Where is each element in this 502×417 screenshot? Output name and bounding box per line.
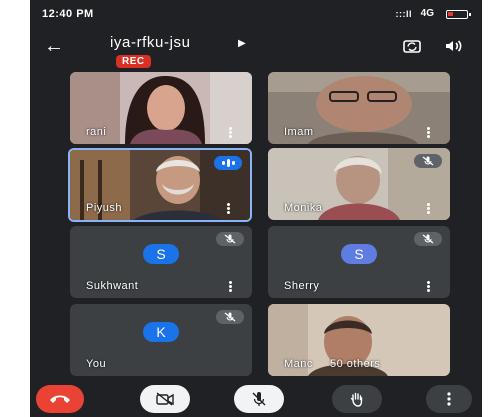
participant-name: Sukhwant	[86, 280, 139, 292]
avatar: S	[143, 244, 179, 264]
avatar: K	[143, 322, 179, 342]
meeting-info-caret-icon[interactable]: ▶	[238, 38, 246, 49]
mic-muted-icon	[216, 310, 244, 324]
participant-name: Piyush	[86, 202, 123, 214]
mic-muted-icon	[414, 154, 442, 168]
speaking-indicator-icon	[214, 156, 242, 170]
participant-tile-sukhwant[interactable]: S Sukhwant	[70, 226, 252, 298]
participant-more-icon[interactable]	[427, 203, 430, 214]
participant-tile-rani[interactable]: rani	[70, 72, 252, 144]
others-count: 50 others	[330, 358, 381, 370]
participant-tile-you[interactable]: K You	[70, 304, 252, 376]
signal-strength: :::ll	[395, 9, 412, 19]
raise-hand-button[interactable]	[332, 385, 382, 413]
status-bar: 12:40 PM :::ll 4G	[30, 0, 482, 28]
participant-name: You	[86, 358, 107, 370]
participant-tile-others[interactable]: Manc 50 others	[268, 304, 450, 376]
speaker-icon[interactable]	[444, 38, 464, 54]
avatar: S	[341, 244, 377, 264]
status-time: 12:40 PM	[42, 8, 94, 20]
participant-name: Imam	[284, 126, 314, 138]
mic-muted-icon	[216, 232, 244, 246]
more-options-button[interactable]	[426, 385, 472, 413]
hangup-icon	[50, 395, 70, 403]
mic-muted-icon	[414, 232, 442, 246]
recording-badge: REC	[116, 55, 151, 68]
back-arrow-icon[interactable]: ←	[44, 36, 64, 56]
raise-hand-icon	[350, 392, 363, 407]
participant-name: rani	[86, 126, 107, 138]
mic-toggle-button[interactable]	[234, 385, 284, 413]
participant-name: Monika	[284, 202, 323, 214]
more-options-icon	[447, 392, 451, 406]
participant-more-icon[interactable]	[229, 127, 232, 138]
camera-off-icon	[156, 392, 174, 406]
hangup-button[interactable]	[36, 385, 84, 413]
participant-tile-piyush[interactable]: Piyush	[68, 148, 252, 222]
mic-off-icon	[252, 392, 266, 406]
participant-tile-imam[interactable]: Imam	[268, 72, 450, 144]
meeting-code[interactable]: iya-rfku-jsu	[110, 34, 191, 51]
meet-screen: 12:40 PM :::ll 4G ← iya-rfku-jsu ▶ REC r…	[30, 0, 482, 417]
participant-more-icon[interactable]	[227, 203, 230, 214]
participant-name: Manc	[284, 358, 313, 370]
participant-more-icon[interactable]	[427, 281, 430, 292]
camera-toggle-button[interactable]	[140, 385, 190, 413]
participant-more-icon[interactable]	[229, 281, 232, 292]
call-controls	[30, 381, 482, 417]
participant-tile-sherry[interactable]: S Sherry	[268, 226, 450, 298]
battery-icon	[446, 10, 471, 19]
camera-switch-icon[interactable]	[402, 38, 422, 54]
participant-tile-monika[interactable]: Monika	[268, 148, 450, 220]
participant-name: Sherry	[284, 280, 320, 292]
participant-more-icon[interactable]	[427, 127, 430, 138]
network-type: 4G	[420, 8, 434, 19]
